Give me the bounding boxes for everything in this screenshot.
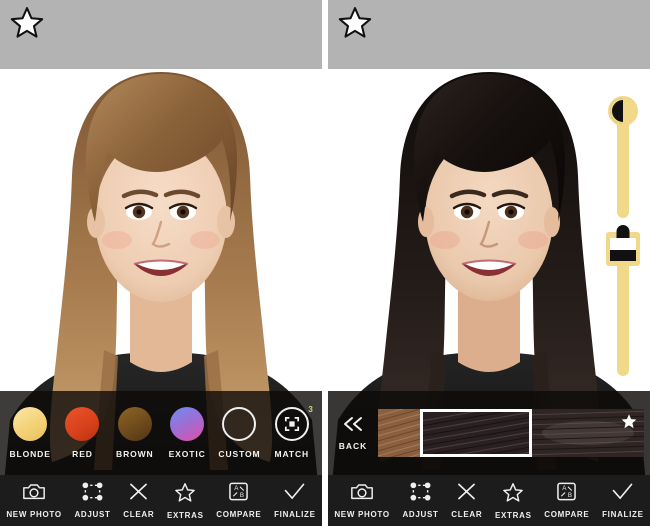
adjust-corners-icon <box>82 482 103 506</box>
toolbar-label: ADJUST <box>402 510 438 519</box>
toolbar-label: COMPARE <box>544 510 589 519</box>
app-root: BLONDE RED BROWN EXOTIC CUSTOM <box>0 0 650 526</box>
toolbar-new-photo[interactable]: NEW PHOTO <box>334 482 390 519</box>
toolbar-label: CLEAR <box>123 510 154 519</box>
shade-bump <box>617 225 630 238</box>
status-bar-left <box>0 0 322 69</box>
toolbar-extras[interactable]: EXTRAS <box>167 482 204 520</box>
toolbar-label: CLEAR <box>451 510 482 519</box>
brightness-slider[interactable] <box>617 118 629 218</box>
texture-swatch-3-favorite[interactable] <box>532 409 644 457</box>
toolbar-label: NEW PHOTO <box>6 510 62 519</box>
toolbar-label: NEW PHOTO <box>334 510 390 519</box>
svg-text:A: A <box>563 485 568 492</box>
swatch-label: MATCH <box>275 449 310 459</box>
focus-brackets-icon <box>277 409 307 439</box>
back-button[interactable]: BACK <box>328 391 378 475</box>
checkmark-icon <box>283 482 306 506</box>
svg-text:B: B <box>240 492 244 499</box>
star-outline-icon <box>174 482 196 507</box>
toolbar-compare[interactable]: A B COMPARE <box>216 482 261 519</box>
blonde-color-dot[interactable] <box>13 407 47 441</box>
swatch-custom[interactable]: CUSTOM <box>213 407 265 459</box>
swatch-exotic[interactable]: EXOTIC <box>161 407 213 459</box>
toolbar-new-photo[interactable]: NEW PHOTO <box>6 482 62 519</box>
toolbar-label: EXTRAS <box>495 511 532 520</box>
swatch-blonde[interactable]: BLONDE <box>4 407 56 459</box>
custom-color-dot[interactable] <box>222 407 256 441</box>
svg-text:B: B <box>568 492 572 499</box>
x-cross-icon <box>128 482 149 506</box>
panel-before: BLONDE RED BROWN EXOTIC CUSTOM <box>0 0 322 526</box>
toolbar-clear[interactable]: CLEAR <box>451 482 482 519</box>
double-chevron-left-icon <box>341 415 365 438</box>
camera-icon <box>350 482 374 506</box>
adjust-corners-icon <box>410 482 431 506</box>
toolbar-finalize[interactable]: FINALIZE <box>602 482 644 519</box>
match-color-dot[interactable]: 3 <box>275 407 309 441</box>
toolbar-adjust[interactable]: ADJUST <box>74 482 110 519</box>
compare-ab-icon: A B <box>228 482 249 506</box>
toolbar-label: FINALIZE <box>602 510 644 519</box>
compare-ab-icon: A B <box>556 482 577 506</box>
checkmark-icon <box>611 482 634 506</box>
swatch-red[interactable]: RED <box>56 407 108 459</box>
toolbar-adjust[interactable]: ADJUST <box>402 482 438 519</box>
shade-dark-half <box>610 250 636 262</box>
brown-color-dot[interactable] <box>118 407 152 441</box>
status-bar-right <box>328 0 650 69</box>
panel-after: BACK <box>328 0 650 526</box>
back-label: BACK <box>339 441 368 451</box>
half-circle-contrast-icon[interactable] <box>608 96 638 126</box>
favorite-star-icon[interactable] <box>336 4 374 42</box>
swatch-label: BLONDE <box>10 449 51 459</box>
texture-strip: BACK <box>328 391 650 475</box>
color-palette-strip: BLONDE RED BROWN EXOTIC CUSTOM <box>0 391 322 475</box>
x-cross-icon <box>456 482 477 506</box>
shade-slider[interactable] <box>617 258 629 376</box>
exotic-color-dot[interactable] <box>170 407 204 441</box>
star-filled-icon[interactable] <box>620 413 638 435</box>
texture-swatch-1[interactable] <box>378 409 420 457</box>
svg-text:A: A <box>235 485 240 492</box>
swatch-brown[interactable]: BROWN <box>109 407 161 459</box>
swatch-label: CUSTOM <box>218 449 260 459</box>
texture-swatch-2-selected[interactable] <box>420 409 532 457</box>
star-outline-icon <box>502 482 524 507</box>
red-color-dot[interactable] <box>65 407 99 441</box>
bottom-toolbar-right: NEW PHOTO ADJUST <box>328 475 650 526</box>
bottom-toolbar-left: NEW PHOTO ADJUST <box>0 475 322 526</box>
swatch-label: RED <box>72 449 93 459</box>
toolbar-label: FINALIZE <box>274 510 316 519</box>
swatch-label: BROWN <box>116 449 154 459</box>
half-square-shade-icon[interactable] <box>606 232 640 266</box>
toolbar-label: COMPARE <box>216 510 261 519</box>
camera-icon <box>22 482 46 506</box>
contrast-ring <box>610 98 636 124</box>
toolbar-extras[interactable]: EXTRAS <box>495 482 532 520</box>
favorite-star-icon[interactable] <box>8 4 46 42</box>
toolbar-finalize[interactable]: FINALIZE <box>274 482 316 519</box>
toolbar-label: ADJUST <box>74 510 110 519</box>
swatch-label: EXOTIC <box>169 449 206 459</box>
toolbar-label: EXTRAS <box>167 511 204 520</box>
toolbar-clear[interactable]: CLEAR <box>123 482 154 519</box>
shade-inner <box>610 238 636 261</box>
toolbar-compare[interactable]: A B COMPARE <box>544 482 589 519</box>
match-count-badge: 3 <box>308 405 312 414</box>
swatch-match[interactable]: 3 MATCH <box>266 407 318 459</box>
